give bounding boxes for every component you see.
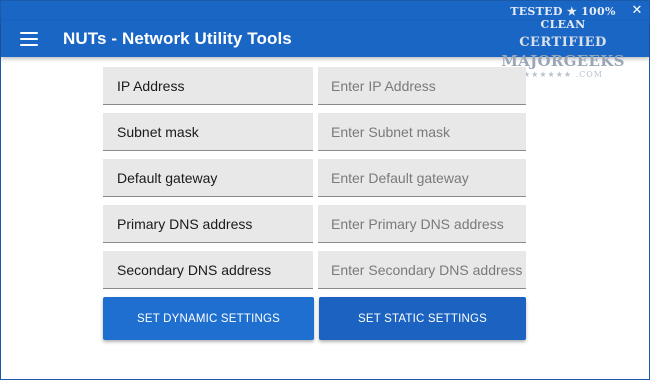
window-titlebar[interactable]: ✕ <box>1 1 649 21</box>
primary-dns-input[interactable] <box>318 205 526 243</box>
app-window: ✕ NUTs - Network Utility Tools TESTED ★ … <box>1 1 649 379</box>
default-gateway-label: Default gateway <box>103 159 313 197</box>
app-bar: NUTs - Network Utility Tools <box>1 21 649 57</box>
default-gateway-row: Default gateway <box>103 159 526 197</box>
subnet-mask-input[interactable] <box>318 113 526 151</box>
close-icon[interactable]: ✕ <box>629 3 645 19</box>
primary-dns-row: Primary DNS address <box>103 205 526 243</box>
ip-address-input[interactable] <box>318 67 526 105</box>
primary-dns-label: Primary DNS address <box>103 205 313 243</box>
ip-address-label: IP Address <box>103 67 313 105</box>
hamburger-menu-icon[interactable] <box>19 31 39 47</box>
subnet-mask-label: Subnet mask <box>103 113 313 151</box>
secondary-dns-row: Secondary DNS address <box>103 251 526 289</box>
set-static-settings-button[interactable]: SET STATIC SETTINGS <box>319 297 526 340</box>
app-title: NUTs - Network Utility Tools <box>63 29 292 48</box>
action-buttons: SET DYNAMIC SETTINGS SET STATIC SETTINGS <box>103 297 526 340</box>
subnet-mask-row: Subnet mask <box>103 113 526 151</box>
ip-address-row: IP Address <box>103 67 526 105</box>
secondary-dns-label: Secondary DNS address <box>103 251 313 289</box>
set-dynamic-settings-button[interactable]: SET DYNAMIC SETTINGS <box>103 297 314 340</box>
default-gateway-input[interactable] <box>318 159 526 197</box>
network-settings-form: IP Address Subnet mask Default gateway P… <box>103 67 526 340</box>
secondary-dns-input[interactable] <box>318 251 526 289</box>
